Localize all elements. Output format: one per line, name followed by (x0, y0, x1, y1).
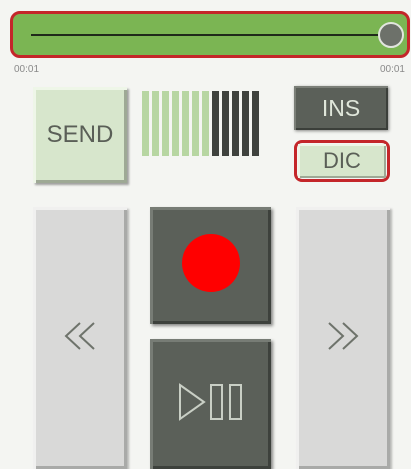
record-icon (181, 233, 241, 298)
level-meter-bar (252, 91, 259, 156)
level-meter-bar (192, 91, 199, 156)
level-meter-bar (222, 91, 229, 156)
dic-button[interactable]: DIC (298, 144, 386, 178)
send-button[interactable]: SEND (33, 87, 127, 183)
level-meter-bar (242, 91, 249, 156)
level-meter-bar (182, 91, 189, 156)
elapsed-time: 00:01 (14, 64, 40, 75)
send-label: SEND (46, 121, 114, 148)
level-meter-bar (202, 91, 209, 156)
progress-slider[interactable] (10, 11, 410, 58)
fast-forward-icon (326, 321, 360, 356)
dic-label: DIC (323, 148, 361, 173)
level-meter-bar (212, 91, 219, 156)
level-meter-bar (142, 91, 149, 156)
level-meter-bar (232, 91, 239, 156)
ins-button[interactable]: INS (294, 86, 388, 130)
level-meter-bar (152, 91, 159, 156)
record-button[interactable] (150, 207, 271, 324)
total-time: 00:01 (379, 64, 405, 75)
forward-button[interactable] (296, 207, 390, 469)
play-pause-button[interactable] (150, 339, 271, 469)
ins-label: INS (321, 94, 361, 121)
level-meter (142, 91, 282, 156)
level-meter-bar (162, 91, 169, 156)
slider-thumb[interactable] (378, 22, 404, 48)
level-meter-bar (172, 91, 179, 156)
rewind-icon (63, 321, 97, 356)
rewind-button[interactable] (33, 207, 127, 469)
slider-track (31, 34, 381, 36)
play-pause-icon (177, 382, 245, 427)
